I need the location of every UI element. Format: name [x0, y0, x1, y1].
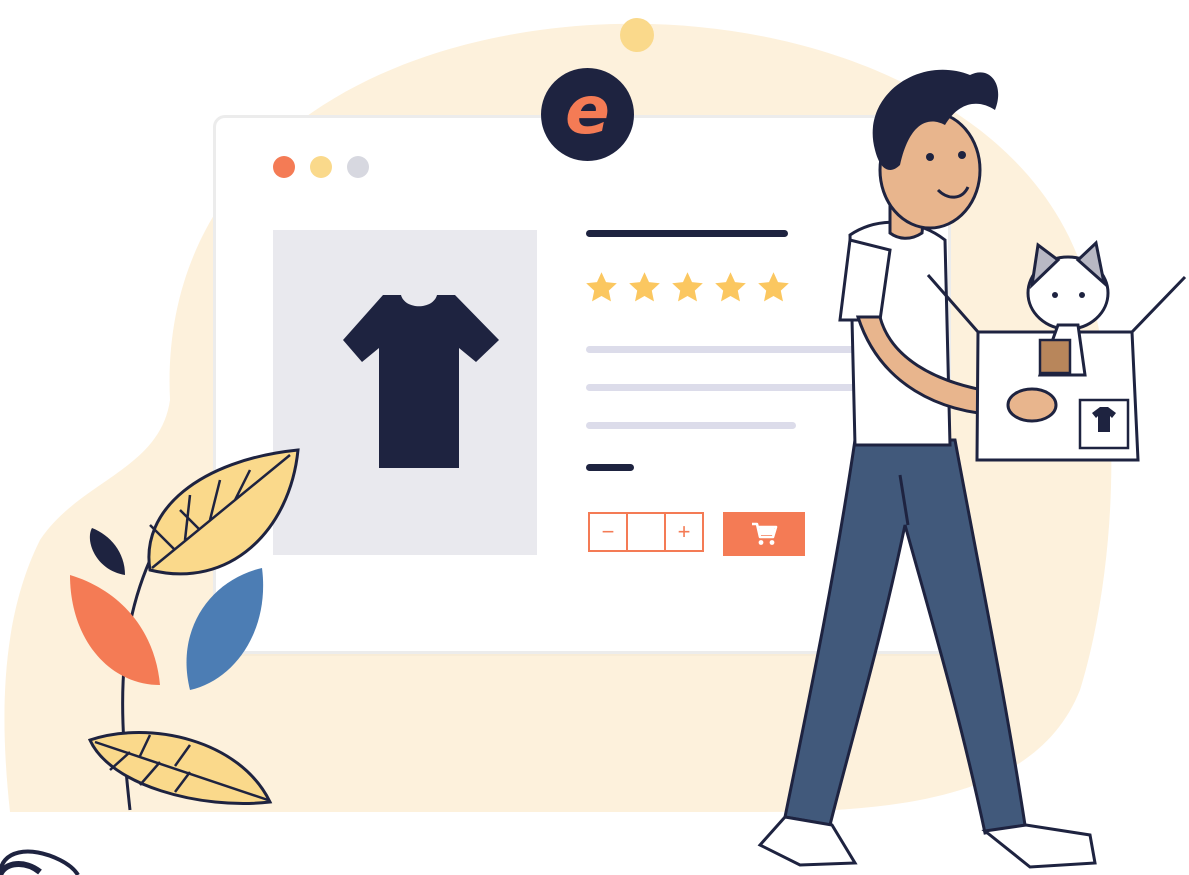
quantity-increment-button[interactable]: +: [666, 514, 702, 550]
star-icon: [672, 272, 703, 302]
star-icon: [629, 272, 660, 302]
window-maximize-dot: [347, 156, 369, 178]
corner-logo-fragment: [0, 849, 80, 875]
plant-illustration: [70, 448, 300, 811]
brand-logo-letter: e: [565, 71, 610, 149]
price-placeholder: [586, 464, 634, 471]
illustration-scene: − + e: [0, 0, 1189, 875]
window-minimize-dot: [310, 156, 332, 178]
star-icon: [586, 272, 617, 302]
quantity-input[interactable]: [626, 514, 666, 550]
quantity-stepper[interactable]: − +: [588, 512, 704, 552]
quantity-decrement-button[interactable]: −: [590, 514, 626, 550]
window-close-dot: [273, 156, 295, 178]
decor-dot-yellow: [620, 18, 654, 52]
person-illustration: [757, 69, 1187, 869]
brand-logo: e: [541, 68, 634, 161]
